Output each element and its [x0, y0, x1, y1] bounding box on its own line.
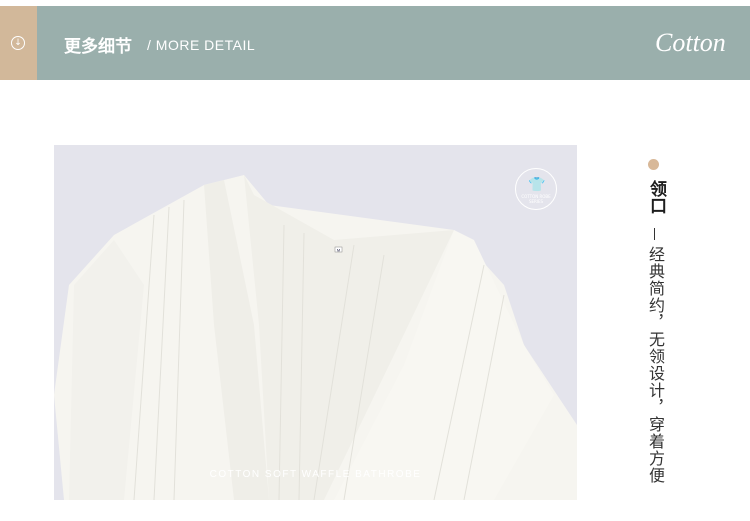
header-banner: ↓ 更多细节 / MORE DETAIL Cotton: [0, 6, 750, 80]
product-photo: M 👕 COTTON ROBE SERIES COTTON SOFT WAFFL…: [54, 145, 577, 500]
t-shirt-icon: 👕: [528, 177, 546, 193]
header-accent-block: ↓: [0, 6, 37, 80]
badge-text: COTTON ROBE SERIES: [521, 194, 551, 204]
title-divider: [654, 228, 655, 240]
section-title: 更多细节: [64, 37, 132, 57]
detail-title: 领口: [646, 180, 666, 214]
arrow-down-circle-icon[interactable]: ↓: [11, 36, 25, 50]
series-badge: 👕 COTTON ROBE SERIES: [515, 168, 557, 210]
accent-dot: [648, 159, 659, 170]
cotton-logo: Cotton: [655, 28, 726, 57]
section-subtitle: / MORE DETAIL: [147, 37, 256, 53]
bathrobe-illustration: M: [54, 145, 577, 500]
detail-description: 经典简约，无领设计，穿着方便: [646, 246, 665, 484]
photo-caption: COTTON SOFT WAFFLE BATHROBE: [209, 469, 422, 480]
size-tag: M: [337, 248, 340, 253]
